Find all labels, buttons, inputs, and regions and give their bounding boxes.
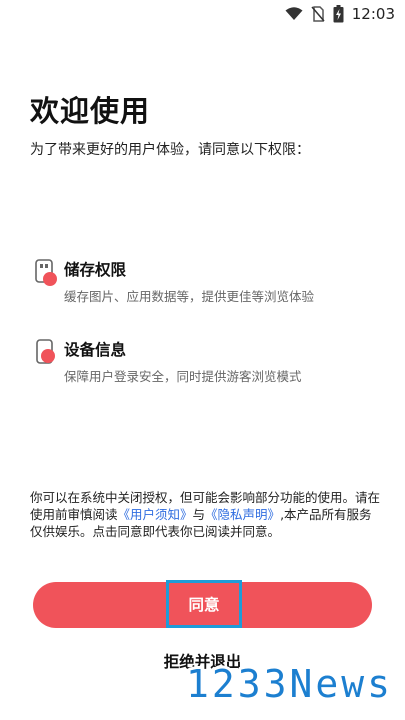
notice-and: 与 bbox=[192, 507, 206, 522]
storage-icon bbox=[35, 259, 57, 286]
wifi-icon bbox=[285, 7, 303, 20]
agree-button-label: 同意 bbox=[188, 596, 220, 614]
status-bar: 12:03 bbox=[0, 0, 405, 28]
agree-highlight-box: 同意 bbox=[166, 580, 242, 628]
watermark-text: 1233News bbox=[186, 662, 393, 706]
status-time: 12:03 bbox=[351, 5, 395, 23]
no-sim-icon bbox=[311, 6, 325, 22]
battery-charging-icon bbox=[333, 5, 344, 23]
privacy-notice: 你可以在系统中关闭授权，但可能会影响部分功能的使用。请在使用前审慎阅读《用户须知… bbox=[30, 489, 382, 540]
permission-title: 设备信息 bbox=[64, 341, 127, 359]
permission-desc: 缓存图片、应用数据等，提供更佳等浏览体验 bbox=[64, 289, 315, 304]
permission-title: 储存权限 bbox=[64, 261, 127, 279]
privacy-policy-link[interactable]: 《隐私声明》 bbox=[205, 507, 280, 522]
device-info-icon bbox=[36, 339, 55, 364]
agree-button[interactable]: 同意 bbox=[33, 580, 372, 628]
page-title: 欢迎使用 bbox=[30, 94, 151, 128]
page-subtitle: 为了带来更好的用户体验，请同意以下权限： bbox=[30, 142, 310, 158]
permission-desc: 保障用户登录安全，同时提供游客浏览模式 bbox=[64, 369, 302, 384]
permission-storage: 储存权限 缓存图片、应用数据等，提供更佳等浏览体验 bbox=[30, 258, 390, 318]
permission-device-info: 设备信息 保障用户登录安全，同时提供游客浏览模式 bbox=[30, 338, 390, 398]
user-terms-link[interactable]: 《用户须知》 bbox=[118, 507, 193, 522]
watermark-logo: 1233News 1233News bbox=[183, 659, 393, 709]
